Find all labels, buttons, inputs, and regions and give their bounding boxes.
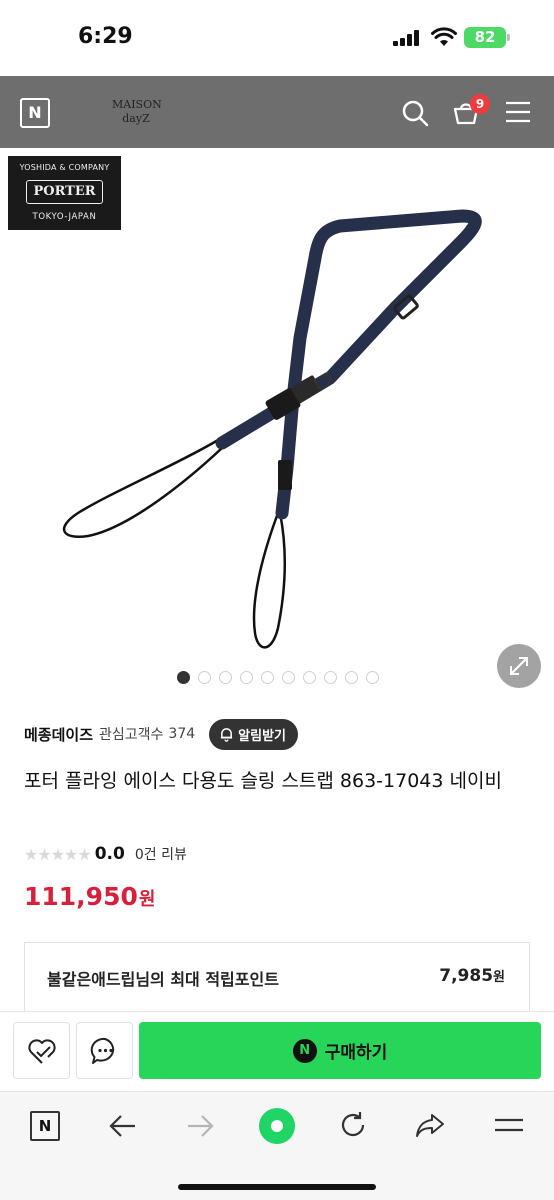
product-price: 111,950원 xyxy=(24,882,155,911)
carousel-dot[interactable] xyxy=(366,671,379,684)
carousel-indicator[interactable] xyxy=(177,671,379,685)
wifi-icon xyxy=(431,27,457,46)
buy-button[interactable]: N 구매하기 xyxy=(139,1022,541,1079)
alarm-button-label: 알림받기 xyxy=(238,728,286,744)
interest-label: 관심고객수 xyxy=(99,727,164,743)
points-unit: 원 xyxy=(493,970,505,985)
points-value: 7,985원 xyxy=(439,966,505,986)
search-icon[interactable] xyxy=(401,99,429,127)
carousel-dot[interactable] xyxy=(240,671,253,684)
wishlist-button[interactable] xyxy=(13,1022,70,1079)
seller-name[interactable]: 메종데이즈 xyxy=(24,724,93,745)
carousel-dot[interactable] xyxy=(282,671,295,684)
buy-button-label: 구매하기 xyxy=(324,1043,388,1063)
carousel-dot[interactable] xyxy=(324,671,337,684)
carousel-dot[interactable] xyxy=(177,671,190,684)
talk-button[interactable] xyxy=(76,1022,133,1079)
rating-stars-icon: ★★★★★ xyxy=(24,844,92,864)
carousel-dot[interactable] xyxy=(345,671,358,684)
refresh-icon[interactable] xyxy=(338,1110,368,1140)
seller-row: 메종데이즈 관심고객수 374 알림받기 xyxy=(24,718,298,750)
logo-line-1: YOSHIDA & COMPANY xyxy=(19,163,110,172)
chat-bubble-icon xyxy=(90,1037,115,1064)
carousel-dot[interactable] xyxy=(303,671,316,684)
status-time: 6:29 xyxy=(78,24,133,49)
logo-line-3: TOKYO-JAPAN xyxy=(32,212,97,222)
share-icon[interactable] xyxy=(414,1111,446,1139)
rating-score: 0.0 xyxy=(94,844,125,864)
purchase-action-bar: N 구매하기 xyxy=(0,1011,554,1091)
back-arrow-icon[interactable] xyxy=(108,1112,138,1140)
price-unit: 원 xyxy=(138,889,156,910)
heart-check-icon xyxy=(28,1039,56,1064)
points-amount: 7,985 xyxy=(439,966,494,986)
home-indicator xyxy=(178,1184,376,1190)
menu-icon[interactable] xyxy=(505,101,531,123)
battery-icon: 82 xyxy=(464,27,510,48)
carousel-dot[interactable] xyxy=(219,671,232,684)
alarm-button[interactable]: 알림받기 xyxy=(209,718,298,750)
carousel-dot[interactable] xyxy=(261,671,274,684)
product-image-carousel[interactable]: YOSHIDA & COMPANY PORTER TOKYO-JAPAN xyxy=(0,148,554,696)
expand-image-button[interactable] xyxy=(497,644,541,688)
naver-pay-icon: N xyxy=(292,1038,317,1063)
porter-brand-logo: YOSHIDA & COMPANY PORTER TOKYO-JAPAN xyxy=(8,156,121,230)
review-count[interactable]: 0건 리뷰 xyxy=(135,844,187,864)
expand-icon xyxy=(510,657,528,675)
forward-arrow-icon[interactable] xyxy=(185,1112,215,1140)
logo-line-2: PORTER xyxy=(26,180,103,204)
brand-line-2: dayZ xyxy=(122,112,150,125)
status-bar: 6:29 82 xyxy=(0,0,554,76)
store-brand-logo[interactable]: MAISON dayZ xyxy=(112,98,162,126)
product-strap-image xyxy=(62,209,482,649)
app-header: N MAISON dayZ 9 xyxy=(0,76,554,148)
interest-count: 374 xyxy=(168,726,196,742)
points-label: 불같은애드립님의 최대 적립포인트 xyxy=(47,970,279,989)
cart-count-badge: 9 xyxy=(470,94,490,114)
naver-logo-button[interactable]: N xyxy=(20,98,50,128)
price-value: 111,950 xyxy=(24,882,138,911)
battery-level: 82 xyxy=(474,28,496,46)
browser-menu-icon[interactable] xyxy=(494,1116,524,1134)
carousel-dot[interactable] xyxy=(198,671,211,684)
green-dot-icon[interactable] xyxy=(257,1106,297,1146)
cellular-signal-icon xyxy=(393,30,419,46)
brand-line-1: MAISON xyxy=(112,98,162,111)
points-box: 불같은애드립님의 최대 적립포인트 7,985원 xyxy=(24,942,530,1012)
bell-plus-icon xyxy=(221,727,233,742)
rating-row[interactable]: ★★★★★ 0.0 0건 리뷰 xyxy=(24,842,187,866)
product-title: 포터 플라잉 에이스 다용도 슬링 스트랩 863-17043 네이비 xyxy=(24,770,502,792)
browser-home-button[interactable]: N xyxy=(30,1111,60,1141)
